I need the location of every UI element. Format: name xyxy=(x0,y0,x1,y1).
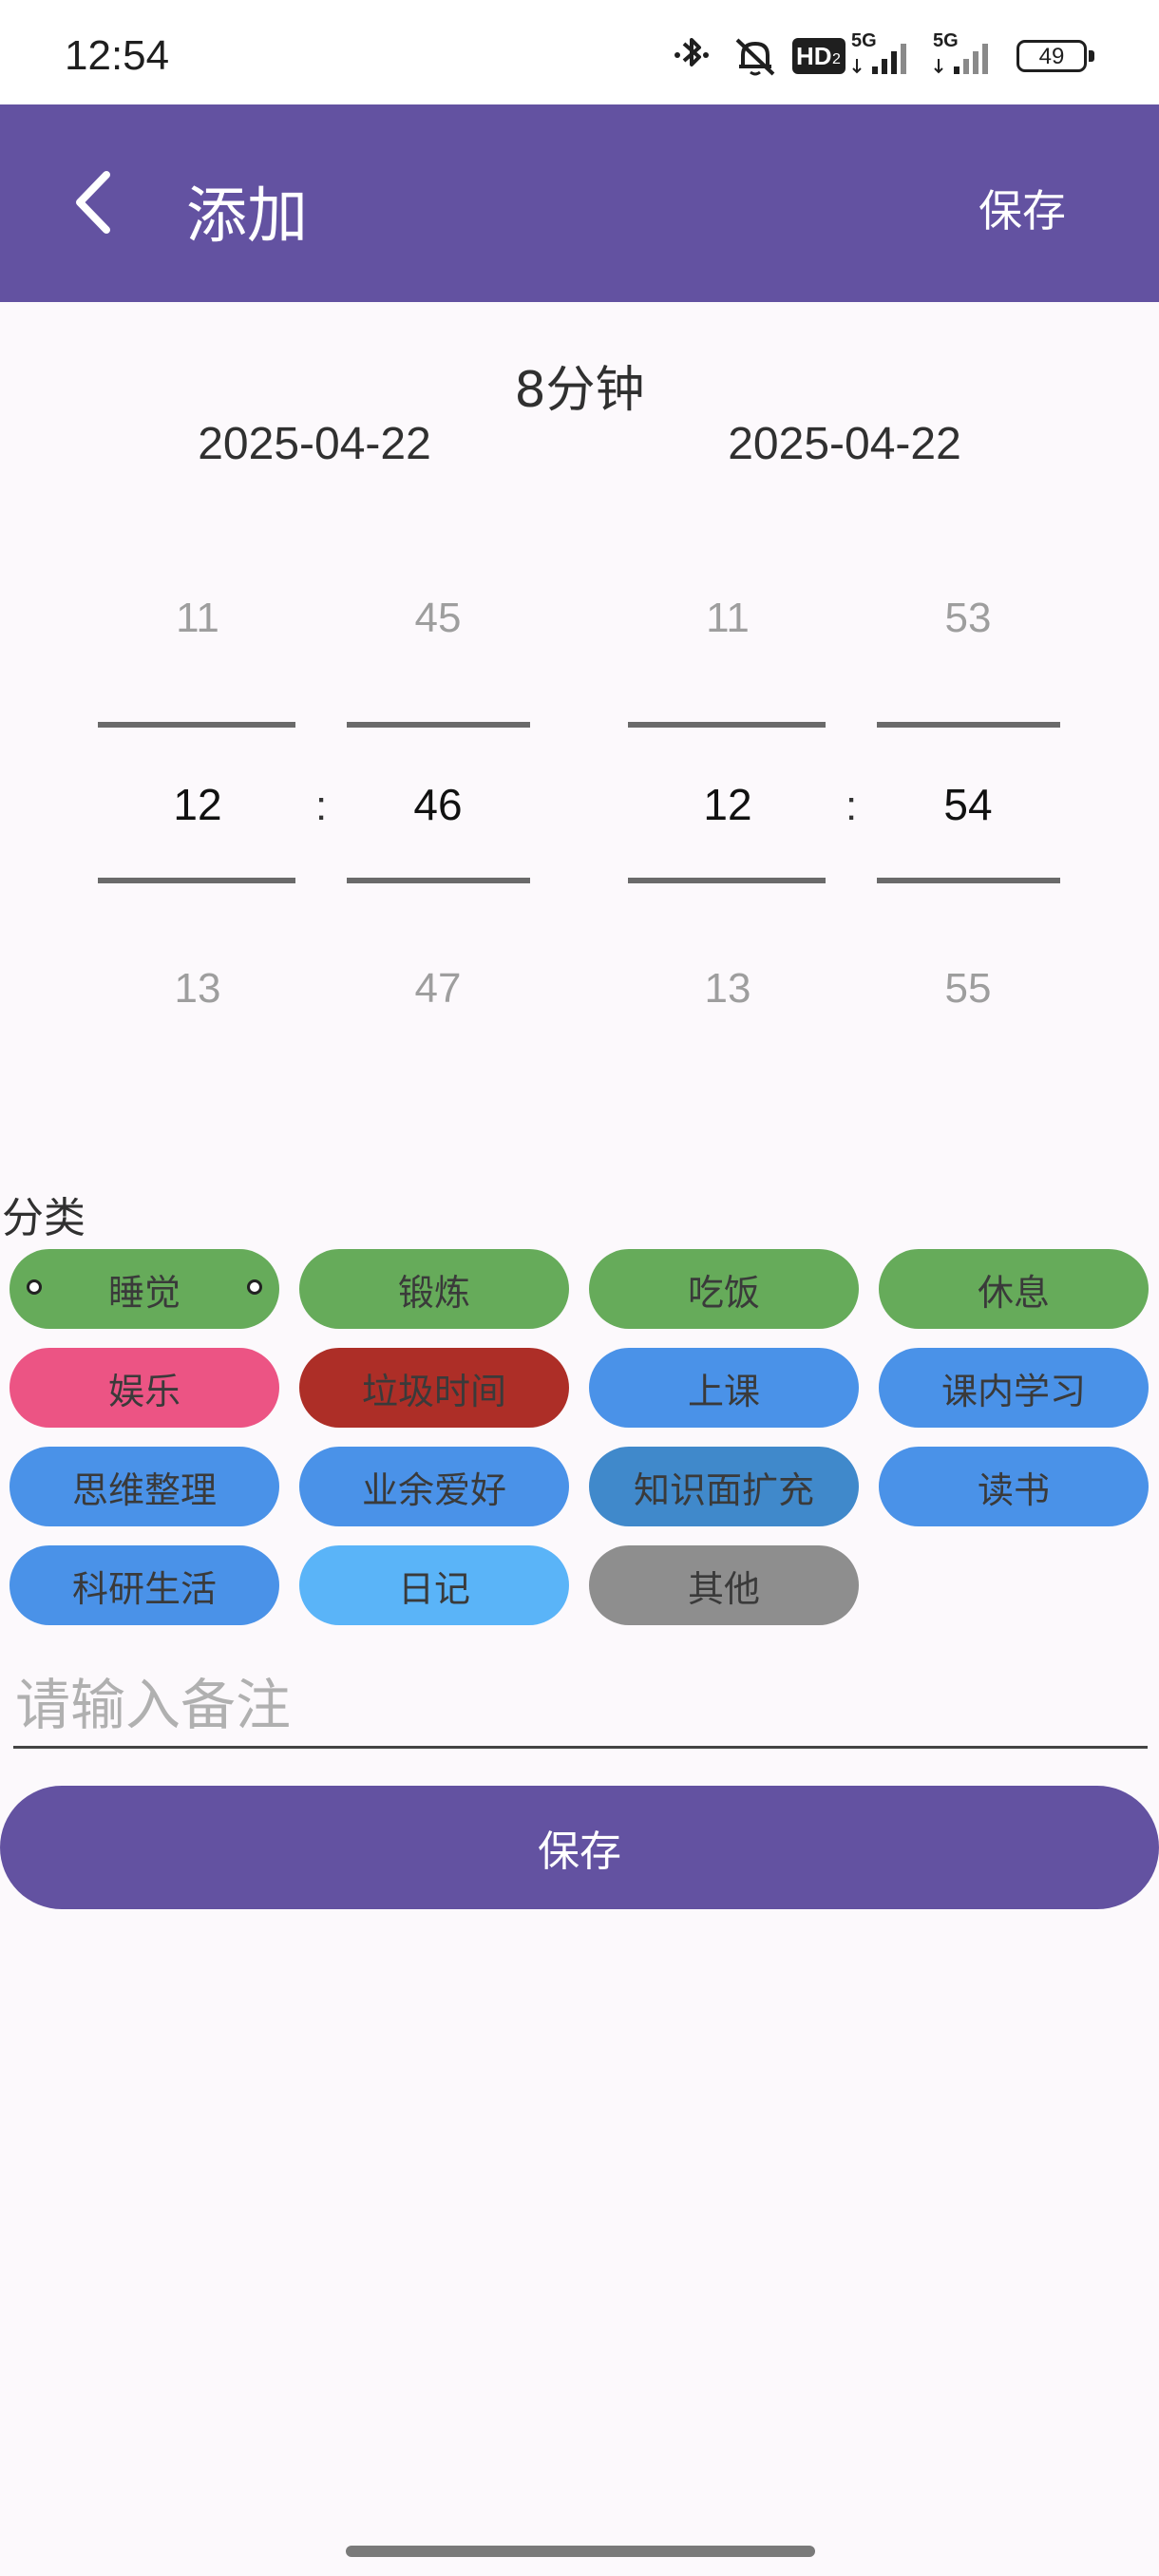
note-input[interactable] xyxy=(13,1664,1148,1749)
status-time: 12:54 xyxy=(65,32,170,79)
chip-label: 垃圾时间 xyxy=(361,1370,506,1412)
start-minute-next[interactable]: 47 xyxy=(338,965,538,1013)
duration-label: 8分钟 xyxy=(514,362,645,419)
chip-label: 科研生活 xyxy=(71,1567,217,1610)
end-minute-next[interactable]: 55 xyxy=(868,965,1068,1013)
category-chip[interactable]: 休息 xyxy=(879,1249,1149,1329)
home-indicator[interactable] xyxy=(346,2546,815,2557)
category-chip[interactable]: 其他 xyxy=(589,1545,859,1625)
save-button-label: 保存 xyxy=(538,1828,621,1876)
chip-label: 思维整理 xyxy=(71,1468,217,1511)
signal-icon: 5G xyxy=(849,30,922,78)
page-title: 添加 xyxy=(186,181,308,252)
category-chip[interactable]: 思维整理 xyxy=(10,1447,279,1526)
chip-label: 知识面扩充 xyxy=(633,1468,814,1511)
hd-icon: HD 2 xyxy=(792,38,846,74)
category-chip[interactable]: 读书 xyxy=(879,1447,1149,1526)
category-chip[interactable]: 垃圾时间 xyxy=(299,1348,569,1428)
category-chip[interactable]: 吃饭 xyxy=(589,1249,859,1329)
category-chip[interactable]: 上课 xyxy=(589,1348,859,1428)
start-date[interactable]: 2025-04-22 xyxy=(124,418,504,470)
battery-level: 49 xyxy=(1038,44,1065,69)
start-minute-divider-top xyxy=(347,722,530,728)
category-chip[interactable]: 科研生活 xyxy=(10,1545,279,1625)
end-minute-divider-top xyxy=(877,722,1060,728)
app-bar: 添加 保存 xyxy=(0,104,1159,302)
end-date[interactable]: 2025-04-22 xyxy=(655,418,1035,470)
start-hour-next[interactable]: 13 xyxy=(98,965,297,1013)
chip-label: 其他 xyxy=(687,1567,760,1610)
chip-label: 读书 xyxy=(977,1468,1050,1511)
bluetooth-icon xyxy=(674,38,709,66)
appbar-save-button[interactable]: 保存 xyxy=(978,177,1066,239)
hd-badge-text: HD xyxy=(796,42,832,70)
start-minute-divider-bottom xyxy=(347,878,530,883)
category-chip[interactable]: 睡觉 xyxy=(10,1249,279,1329)
start-minute-prev[interactable]: 45 xyxy=(338,595,538,642)
back-arrow-icon[interactable] xyxy=(70,169,118,236)
category-chip[interactable]: 课内学习 xyxy=(879,1348,1149,1428)
selection-handle-left xyxy=(27,1279,42,1295)
end-hour-next[interactable]: 13 xyxy=(628,965,827,1013)
chip-label: 睡觉 xyxy=(107,1271,180,1314)
chip-label: 休息 xyxy=(977,1271,1050,1314)
end-hour-divider-top xyxy=(628,722,826,728)
end-hour-divider-bottom xyxy=(628,878,826,883)
start-hour-divider-top xyxy=(98,722,295,728)
end-minute-divider-bottom xyxy=(877,878,1060,883)
chip-label: 课内学习 xyxy=(940,1370,1086,1412)
category-label: 分类 xyxy=(2,1194,86,1242)
status-bar: 12:54 HD 2 5G 5G 49 xyxy=(0,0,1159,104)
chip-label: 业余爱好 xyxy=(361,1468,506,1511)
start-hour-selected[interactable]: 12 xyxy=(98,779,297,830)
start-hour-divider-bottom xyxy=(98,878,295,883)
category-chip[interactable]: 锻炼 xyxy=(299,1249,569,1329)
chip-label: 日记 xyxy=(397,1567,470,1610)
mute-icon xyxy=(735,38,775,76)
end-time-separator: : xyxy=(846,783,858,829)
end-hour-selected[interactable]: 12 xyxy=(628,779,827,830)
category-chip[interactable]: 日记 xyxy=(299,1545,569,1625)
end-hour-prev[interactable]: 11 xyxy=(628,595,827,642)
category-chip[interactable]: 知识面扩充 xyxy=(589,1447,859,1526)
category-chip[interactable]: 业余爱好 xyxy=(299,1447,569,1526)
selection-handle-right xyxy=(247,1279,262,1295)
hd-badge-sub: 2 xyxy=(832,51,841,67)
chip-label: 锻炼 xyxy=(397,1271,470,1314)
save-button[interactable]: 保存 xyxy=(0,1786,1159,1909)
chip-label: 上课 xyxy=(687,1370,760,1412)
chip-label: 娱乐 xyxy=(107,1370,180,1412)
start-hour-prev[interactable]: 11 xyxy=(98,595,297,642)
chip-label: 吃饭 xyxy=(687,1271,760,1314)
signal-icon: 5G xyxy=(931,30,1003,78)
category-chip[interactable]: 娱乐 xyxy=(10,1348,279,1428)
end-minute-selected[interactable]: 54 xyxy=(868,779,1068,830)
start-time-separator: : xyxy=(315,783,328,829)
end-minute-prev[interactable]: 53 xyxy=(868,595,1068,642)
battery-icon: 49 xyxy=(1016,40,1096,74)
start-minute-selected[interactable]: 46 xyxy=(338,779,538,830)
